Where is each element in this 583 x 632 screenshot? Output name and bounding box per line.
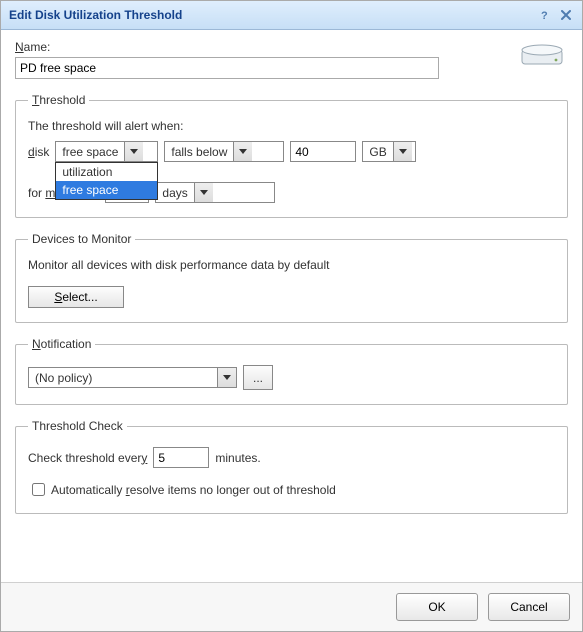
chevron-down-icon[interactable]: [393, 142, 412, 161]
disk-icon: [520, 42, 564, 70]
check-unit-label: minutes.: [215, 451, 260, 465]
edit-disk-threshold-dialog: Edit Disk Utilization Threshold ? Name: …: [0, 0, 583, 632]
dialog-title: Edit Disk Utilization Threshold: [9, 8, 182, 22]
notification-browse-button[interactable]: ...: [243, 365, 273, 390]
comparator-select[interactable]: falls below: [164, 141, 284, 162]
auto-resolve-label: Automatically resolve items no longer ou…: [51, 483, 336, 497]
disk-label: disk: [28, 145, 49, 159]
svg-text:?: ?: [541, 10, 548, 21]
threshold-alert-text: The threshold will alert when:: [28, 119, 555, 133]
duration-unit-select[interactable]: days: [155, 182, 275, 203]
metric-dropdown: utilization free space: [55, 162, 158, 200]
title-bar: Edit Disk Utilization Threshold ?: [1, 1, 582, 30]
metric-option-utilization[interactable]: utilization: [56, 163, 157, 181]
select-devices-button[interactable]: Select...: [28, 286, 124, 308]
devices-legend: Devices to Monitor: [28, 232, 135, 246]
devices-group: Devices to Monitor Monitor all devices w…: [15, 232, 568, 323]
check-interval-input[interactable]: [153, 447, 209, 468]
notification-legend: Notification: [28, 337, 95, 351]
threshold-check-group: Threshold Check Check threshold every mi…: [15, 419, 568, 514]
name-label: Name:: [15, 40, 568, 54]
name-input[interactable]: [15, 57, 439, 79]
threshold-legend: Threshold: [28, 93, 89, 107]
chevron-down-icon[interactable]: [217, 368, 236, 387]
unit-select[interactable]: GB: [362, 141, 416, 162]
auto-resolve-checkbox[interactable]: [32, 483, 45, 496]
threshold-check-legend: Threshold Check: [28, 419, 127, 433]
notification-group: Notification (No policy) ...: [15, 337, 568, 405]
cancel-button[interactable]: Cancel: [488, 593, 570, 621]
ok-button[interactable]: OK: [396, 593, 478, 621]
chevron-down-icon[interactable]: [124, 142, 143, 161]
chevron-down-icon[interactable]: [233, 142, 252, 161]
close-icon[interactable]: [558, 7, 574, 23]
threshold-group: Threshold The threshold will alert when:…: [15, 93, 568, 218]
metric-select[interactable]: free space: [55, 141, 158, 162]
metric-option-free-space[interactable]: free space: [56, 181, 157, 199]
help-icon[interactable]: ?: [536, 7, 552, 23]
chevron-down-icon[interactable]: [194, 183, 213, 202]
notification-policy-select[interactable]: (No policy): [28, 367, 237, 388]
dialog-footer: OK Cancel: [1, 582, 582, 631]
check-every-label: Check threshold every: [28, 451, 147, 465]
threshold-value-input[interactable]: [290, 141, 356, 162]
devices-desc: Monitor all devices with disk performanc…: [28, 258, 555, 272]
